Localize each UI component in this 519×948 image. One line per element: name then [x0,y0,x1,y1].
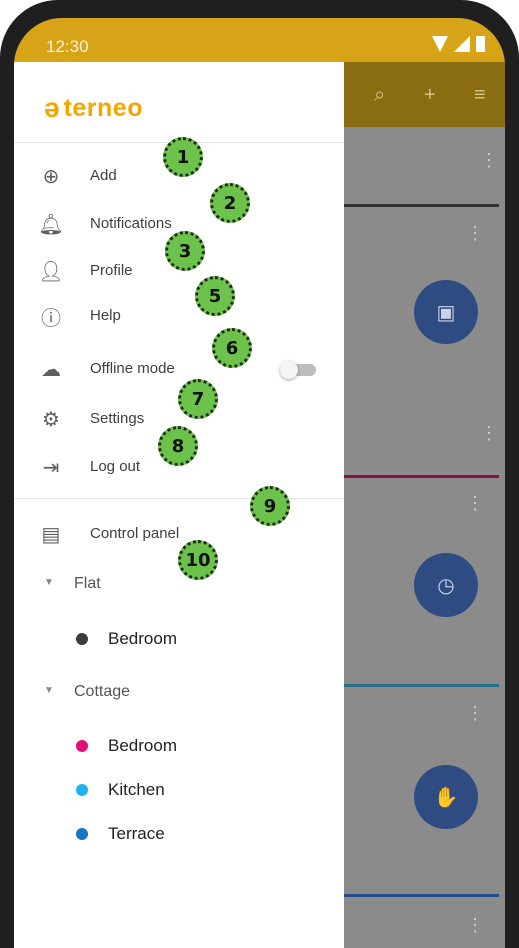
annotation-badge-6: 6 [212,328,252,368]
menu-label: Help [90,307,121,324]
person-icon: 👤︎ [38,260,64,283]
list-icon: ≡ [474,84,486,106]
gear-icon: ⚙︎ [42,408,60,431]
logo-text: terneo [63,93,143,122]
menu-label: Offline mode [90,360,175,377]
status-bar: 12:30 [14,18,505,62]
clock-button: ◷ [414,553,478,617]
group-label: Flat [74,575,101,592]
room-color-dot [76,633,88,645]
annotation-badge-7: 7 [178,379,218,419]
briefcase-button: ▣ [414,280,478,344]
navigation-drawer: ə terneo ⊕ Add 🔔︎ Notifications 👤︎ Profi… [14,62,344,948]
toggle-thumb [280,361,298,379]
annotation-badge-9: 9 [250,486,290,526]
annotation-badge-5: 5 [195,276,235,316]
menu-label: Add [90,167,117,184]
status-icons [432,36,485,52]
menu-label: Settings [90,410,145,427]
room-color-dot [76,740,88,752]
room-label: Kitchen [108,780,165,799]
chevron-down-icon: ▼ [44,685,54,696]
monitor-icon: ▤ [41,523,61,546]
room-flat-bedroom[interactable]: Bedroom [14,622,344,656]
divider [14,498,344,499]
annotation-badge-8: 8 [158,426,198,466]
room-label: Bedroom [108,736,177,755]
annotation-badge-1: 1 [163,137,203,177]
room-cottage-terrace[interactable]: Terrace [14,817,344,851]
card-divider [344,684,499,687]
menu-item-control-panel[interactable]: ▤ Control panel [14,514,344,554]
menu-label: Notifications [90,215,172,232]
group-label: Cottage [74,683,131,700]
screen: 12:30 ⌕ + ≡ ⋮ ⋮ ▣ ⋮ ⋮ ◷ ⋮ ✋ ⋮ ə terneo ⊕… [14,18,505,948]
logout-icon: ⇥ [42,456,60,479]
more-icon: ⋮ [466,915,484,935]
annotation-badge-2: 2 [210,183,250,223]
more-icon: ⋮ [480,423,498,443]
menu-label: Profile [90,262,133,279]
phone-frame: 12:30 ⌕ + ≡ ⋮ ⋮ ▣ ⋮ ⋮ ◷ ⋮ ✋ ⋮ ə terneo ⊕… [0,0,519,948]
cloud-off-icon: ☁︎ [41,358,61,381]
room-label: Terrace [108,824,165,843]
logo: ə terneo [44,92,143,124]
card-divider [344,894,499,897]
more-icon: ⋮ [480,150,498,170]
battery-icon [476,36,485,52]
annotation-badge-3: 3 [165,231,205,271]
more-icon: ⋮ [466,703,484,723]
hand-button: ✋ [414,765,478,829]
chevron-down-icon: ▼ [44,577,54,588]
room-color-dot [76,784,88,796]
search-icon: ⌕ [374,84,386,106]
bell-icon: 🔔︎ [38,213,64,236]
plus-icon: + [424,84,436,106]
room-cottage-bedroom[interactable]: Bedroom [14,729,344,763]
terneo-logo-icon: ə [44,92,60,123]
room-cottage-kitchen[interactable]: Kitchen [14,773,344,807]
menu-label: Log out [90,458,141,475]
group-flat[interactable]: ▼ Flat [14,567,344,601]
background-app: ⌕ + ≡ ⋮ ⋮ ▣ ⋮ ⋮ ◷ ⋮ ✋ ⋮ [344,62,505,948]
menu-label: Control panel [90,525,180,542]
room-label: Bedroom [108,629,177,648]
more-icon: ⋮ [466,493,484,513]
signal-icon [454,36,470,52]
card-divider [344,204,499,207]
card-divider [344,475,499,478]
menu-item-offline-mode[interactable]: ☁︎ Offline mode [14,349,344,389]
room-color-dot [76,828,88,840]
more-icon: ⋮ [466,223,484,243]
status-time: 12:30 [46,37,89,56]
wifi-icon [432,36,448,52]
offline-mode-toggle[interactable] [280,361,316,379]
annotation-badge-10: 10 [178,540,218,580]
menu-item-help[interactable]: ⓘ Help [14,296,344,336]
group-cottage[interactable]: ▼ Cottage [14,675,344,709]
help-circle-icon: ⓘ [41,307,61,330]
add-circle-icon: ⊕ [42,165,60,188]
app-bar: ⌕ + ≡ [344,62,505,127]
